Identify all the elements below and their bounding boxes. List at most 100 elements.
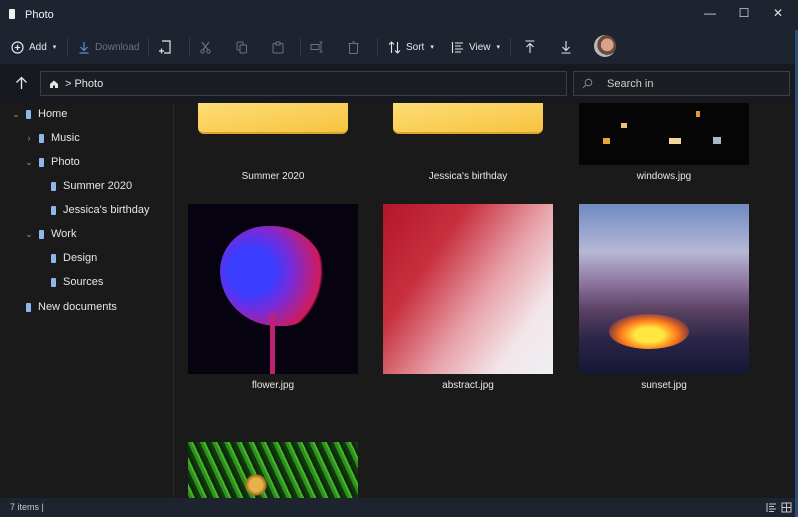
home-icon	[50, 80, 58, 88]
image-tile[interactable]: abstract.jpg	[383, 204, 553, 394]
chevron-down-icon: ▾	[496, 44, 501, 51]
tiles-view-icon[interactable]	[781, 502, 792, 513]
image-thumbnail	[579, 103, 749, 165]
up-button[interactable]	[10, 72, 32, 94]
toolbar-divider	[189, 38, 190, 56]
item-count: 7 items |	[10, 502, 44, 512]
sidebar-item-label: Sources	[63, 276, 104, 288]
title-bar: Photo — ☐ ✕	[0, 0, 798, 30]
sidebar-item-work[interactable]: ⌄ Work	[23, 224, 76, 244]
folder-icon	[51, 277, 56, 287]
minimize-button[interactable]: —	[693, 0, 727, 26]
sort-button[interactable]: Sort ▾	[388, 30, 434, 64]
avatar[interactable]	[594, 35, 616, 57]
folder-tile[interactable]: Jessica's birthday	[383, 103, 553, 193]
file-grid: Summer 2020 Jessica's birthday windows.j…	[174, 103, 798, 498]
sidebar-item-home[interactable]: ⌄ Home	[10, 104, 67, 124]
chevron-right-icon[interactable]: ›	[23, 133, 35, 143]
folder-icon	[51, 253, 56, 263]
rename-button[interactable]	[310, 30, 325, 64]
folder-tile[interactable]: Summer 2020	[188, 103, 358, 193]
sidebar-item-photo[interactable]: ⌄ Photo	[23, 152, 80, 172]
folder-icon	[26, 109, 31, 119]
toolbar-divider	[148, 38, 149, 56]
command-bar: Add ▾ Download Sort ▾ View ▾	[0, 30, 798, 64]
image-tile[interactable]: sunset.jpg	[579, 204, 749, 394]
view-icon	[451, 41, 463, 53]
search-box[interactable]: Search in	[573, 71, 790, 96]
chevron-down-icon[interactable]: ⌄	[23, 229, 35, 240]
folder-icon	[198, 103, 348, 134]
image-thumbnail	[383, 204, 553, 374]
folder-icon	[51, 205, 56, 215]
toolbar-divider	[510, 38, 511, 56]
sort-label: Sort	[406, 41, 425, 53]
sidebar-item-jessicas-birthday[interactable]: Jessica's birthday	[47, 200, 149, 220]
maximize-button[interactable]: ☐	[727, 0, 761, 26]
copy-button[interactable]	[236, 30, 248, 64]
copy-icon	[236, 41, 247, 53]
image-tile[interactable]: windows.jpg	[579, 103, 749, 193]
sidebar-item-music[interactable]: › Music	[23, 128, 80, 148]
add-circle-icon	[11, 40, 24, 54]
image-thumbnail	[579, 204, 749, 374]
view-label: View	[469, 41, 491, 53]
cut-button[interactable]	[200, 30, 211, 64]
breadcrumb-photo[interactable]: Photo	[74, 78, 103, 90]
address-bar[interactable]: > Photo	[40, 71, 567, 96]
arrow-up-icon	[15, 76, 27, 89]
download-button[interactable]: Download	[78, 30, 139, 64]
folder-icon	[393, 103, 543, 134]
move-down-icon	[561, 41, 571, 54]
close-button[interactable]: ✕	[761, 0, 795, 26]
image-tile[interactable]: flower.jpg	[188, 204, 358, 394]
view-button[interactable]: View ▾	[451, 30, 500, 64]
delete-button[interactable]	[348, 30, 359, 64]
sidebar-item-label: Home	[38, 108, 68, 120]
sort-icon	[388, 40, 401, 54]
sidebar-item-label: Summer 2020	[63, 180, 133, 192]
toolbar-divider	[67, 38, 68, 56]
add-label: Add	[29, 41, 47, 53]
add-button[interactable]: Add ▾	[11, 30, 56, 64]
move-to-top-button[interactable]	[524, 30, 536, 64]
file-name: abstract.jpg	[442, 380, 494, 391]
image-thumbnail	[188, 442, 358, 498]
move-down-button[interactable]	[560, 30, 572, 64]
download-label: Download	[95, 41, 140, 53]
sidebar-item-new-documents[interactable]: New documents	[22, 297, 117, 317]
file-name: Summer 2020	[241, 171, 305, 182]
sidebar-item-sources[interactable]: Sources	[47, 272, 103, 292]
sidebar-item-label: Work	[51, 228, 77, 240]
sidebar-item-design[interactable]: Design	[47, 248, 97, 268]
cut-icon	[200, 41, 211, 54]
folder-icon	[26, 302, 31, 312]
file-name: sunset.jpg	[641, 380, 687, 391]
search-icon	[582, 78, 593, 89]
toolbar-divider	[377, 38, 378, 56]
file-name: windows.jpg	[636, 171, 692, 182]
breadcrumb-separator: >	[65, 77, 72, 90]
sidebar-item-summer-2020[interactable]: Summer 2020	[47, 176, 132, 196]
image-thumbnail	[188, 204, 358, 374]
toolbar-divider	[300, 38, 301, 56]
chevron-down-icon: ▾	[430, 44, 434, 51]
window-title: Photo	[25, 9, 54, 21]
search-input[interactable]: Search in	[607, 78, 653, 90]
chevron-down-icon[interactable]: ⌄	[23, 157, 35, 168]
sidebar-item-label: Jessica's birthday	[63, 204, 150, 216]
file-name: flower.jpg	[251, 380, 295, 391]
app-icon	[9, 9, 15, 19]
chevron-down-icon[interactable]: ⌄	[10, 109, 22, 120]
sidebar-item-label: Design	[63, 252, 98, 264]
paste-button[interactable]	[272, 30, 284, 64]
folder-icon	[39, 229, 44, 239]
sidebar-item-label: Photo	[51, 156, 80, 168]
sidebar-item-label: Music	[51, 132, 80, 144]
new-page-icon	[159, 39, 171, 54]
new-button[interactable]	[158, 30, 172, 64]
details-view-icon[interactable]	[766, 502, 777, 513]
image-tile[interactable]	[188, 442, 358, 498]
chevron-down-icon: ▾	[52, 44, 57, 51]
sidebar-item-label: New documents	[38, 301, 117, 313]
